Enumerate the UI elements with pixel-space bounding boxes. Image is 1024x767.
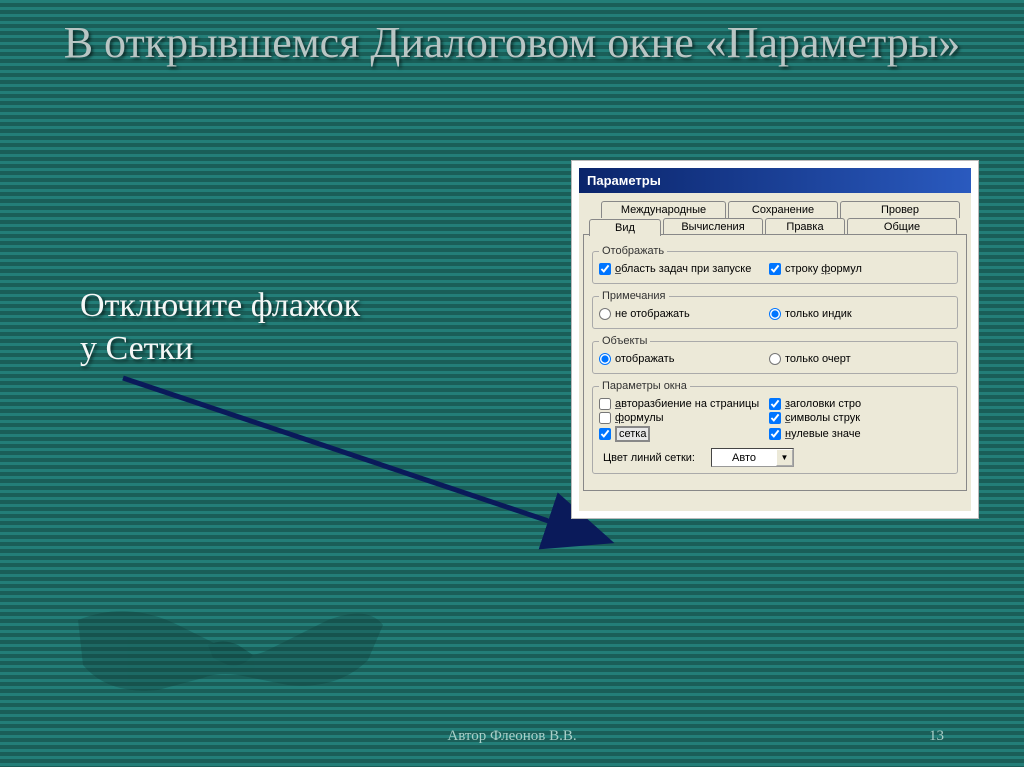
checkbox-zero-input[interactable] — [769, 428, 781, 440]
tab-panel-view: Отображать ообласть задач при запускебла… — [583, 234, 967, 491]
arrow-icon — [115, 370, 625, 560]
checkbox-formulas-input[interactable] — [599, 412, 611, 424]
group-objects: Объекты отображать только очерт — [592, 335, 958, 374]
group-display-legend: Отображать — [599, 245, 667, 257]
checkbox-headers[interactable]: заголовки стро — [769, 398, 953, 410]
checkbox-task-pane-input[interactable] — [599, 263, 611, 275]
grid-color-select[interactable]: Авто ▼ — [711, 448, 794, 467]
handshake-icon — [68, 580, 388, 710]
checkbox-symbols[interactable]: символы струк — [769, 412, 953, 424]
group-comments: Примечания не отображать только индик — [592, 290, 958, 329]
checkbox-formulas[interactable]: формулы — [599, 412, 769, 424]
checkbox-symbols-input[interactable] — [769, 412, 781, 424]
dialog-titlebar[interactable]: Параметры — [579, 168, 971, 193]
group-objects-legend: Объекты — [599, 335, 650, 347]
checkbox-page-breaks[interactable]: авторазбиение на страницы — [599, 398, 769, 410]
tab-international[interactable]: Международные — [601, 201, 726, 218]
radio-comments-none-input[interactable] — [599, 308, 611, 320]
radio-objects-outline-input[interactable] — [769, 353, 781, 365]
radio-comments-none[interactable]: не отображать — [599, 308, 769, 320]
tab-edit[interactable]: Правка — [765, 218, 845, 235]
grid-color-label: Цвет линий сетки: — [603, 452, 695, 464]
radio-objects-outline[interactable]: только очерт — [769, 353, 953, 365]
dialog-body: Международные Сохранение Провер Вид Вычи… — [579, 193, 971, 511]
group-display: Отображать ообласть задач при запускебла… — [592, 245, 958, 284]
parameters-dialog: Параметры Международные Сохранение Прове… — [571, 160, 979, 519]
radio-comments-indicator[interactable]: только индик — [769, 308, 953, 320]
slide-title: В открывшемся Диалоговом окне «Параметры… — [0, 0, 1024, 79]
checkbox-grid-input[interactable] — [599, 428, 611, 440]
checkbox-formula-bar-input[interactable] — [769, 263, 781, 275]
checkbox-headers-input[interactable] — [769, 398, 781, 410]
instruction-line1: Отключите флажок — [80, 287, 360, 324]
checkbox-page-breaks-input[interactable] — [599, 398, 611, 410]
tab-check[interactable]: Провер — [840, 201, 960, 218]
checkbox-grid[interactable]: сетка — [599, 426, 769, 442]
tab-save[interactable]: Сохранение — [728, 201, 838, 218]
tab-calc[interactable]: Вычисления — [663, 218, 763, 235]
instruction-line2: у Сетки — [80, 330, 193, 367]
group-window-legend: Параметры окна — [599, 380, 690, 392]
dropdown-arrow-icon[interactable]: ▼ — [776, 449, 793, 466]
instruction-text: Отключите флажок у Сетки — [80, 285, 360, 370]
group-comments-legend: Примечания — [599, 290, 669, 302]
grid-color-value: Авто — [712, 452, 776, 464]
tab-view[interactable]: Вид — [589, 219, 661, 236]
radio-objects-show[interactable]: отображать — [599, 353, 769, 365]
radio-comments-indicator-input[interactable] — [769, 308, 781, 320]
tab-general[interactable]: Общие — [847, 218, 957, 235]
checkbox-formula-bar[interactable]: строку формул — [769, 263, 953, 275]
checkbox-task-pane[interactable]: ообласть задач при запускебласть задач п… — [599, 263, 769, 275]
checkbox-zero[interactable]: нулевые значе — [769, 428, 953, 440]
footer-page-number: 13 — [929, 728, 944, 745]
radio-objects-show-input[interactable] — [599, 353, 611, 365]
group-window: Параметры окна авторазбиение на страницы… — [592, 380, 958, 474]
footer-author: Автор Флеонов В.В. — [447, 728, 576, 745]
